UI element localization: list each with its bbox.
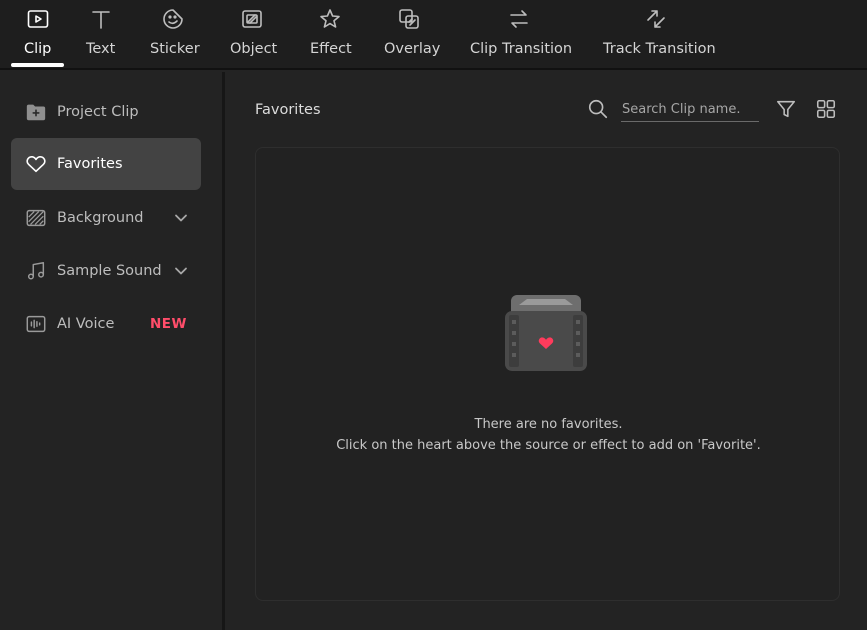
clip-icon — [25, 6, 51, 32]
sidebar-item-project-clip[interactable]: Project Clip — [11, 86, 201, 138]
tab-label: Text — [86, 41, 116, 57]
empty-favorites-illustration — [503, 293, 589, 373]
search-input[interactable] — [621, 98, 759, 122]
empty-state-message: There are no favorites. — [474, 417, 623, 432]
tab-object[interactable]: Object — [226, 0, 280, 70]
top-toolbar: Clip Text Sticker Object Effect Overlay — [0, 0, 867, 70]
tab-sticker[interactable]: Sticker — [146, 0, 200, 70]
favorites-panel: There are no favorites. Click on the hea… — [255, 147, 840, 601]
chevron-down-icon[interactable] — [173, 210, 189, 226]
music-note-icon — [24, 259, 48, 283]
sidebar-item-label: Project Clip — [57, 104, 139, 120]
sidebar: Project Clip Favorites Background Sample… — [0, 72, 222, 630]
tab-label: Sticker — [150, 41, 200, 57]
empty-state-hint: Click on the heart above the source or e… — [336, 438, 761, 453]
background-pattern-icon — [24, 206, 48, 230]
sidebar-item-label: AI Voice — [57, 316, 115, 332]
effect-icon — [317, 6, 343, 32]
folder-plus-icon — [24, 100, 48, 124]
chevron-down-icon[interactable] — [173, 263, 189, 279]
clip-transition-icon — [506, 6, 532, 32]
tab-track-transition[interactable]: Track Transition — [598, 0, 716, 70]
tab-effect[interactable]: Effect — [305, 0, 355, 70]
tab-label: Object — [230, 41, 278, 57]
tab-overlay[interactable]: Overlay — [380, 0, 440, 70]
new-badge: NEW — [150, 316, 187, 332]
page-title: Favorites — [255, 102, 321, 118]
tab-text[interactable]: Text — [80, 0, 122, 70]
sidebar-item-sample-sound[interactable]: Sample Sound — [11, 245, 201, 297]
text-icon — [88, 6, 114, 32]
filter-icon[interactable] — [775, 98, 797, 120]
sidebar-item-ai-voice[interactable]: AI Voice NEW — [11, 298, 201, 350]
heart-icon — [24, 152, 48, 176]
grid-view-icon[interactable] — [815, 98, 837, 120]
main-content: Favorites Search Clip name. There are no… — [225, 72, 867, 630]
search-icon[interactable] — [587, 98, 609, 120]
track-transition-icon — [643, 6, 669, 32]
tab-label: Overlay — [384, 41, 441, 57]
waveform-icon — [24, 312, 48, 336]
sidebar-item-label: Sample Sound — [57, 263, 162, 279]
overlay-icon — [396, 6, 422, 32]
tab-label: Clip Transition — [470, 41, 573, 57]
sidebar-item-label: Background — [57, 210, 144, 226]
tab-clip-transition[interactable]: Clip Transition — [466, 0, 572, 70]
sidebar-item-background[interactable]: Background — [11, 192, 201, 244]
tab-label: Effect — [310, 41, 352, 57]
tab-label: Track Transition — [603, 41, 716, 57]
sticker-icon — [160, 6, 186, 32]
object-icon — [239, 6, 265, 32]
active-tab-indicator — [11, 63, 64, 67]
tab-label: Clip — [24, 41, 52, 57]
sidebar-item-favorites[interactable]: Favorites — [11, 138, 201, 190]
sidebar-item-label: Favorites — [57, 156, 123, 172]
tab-clip[interactable]: Clip — [14, 0, 62, 70]
